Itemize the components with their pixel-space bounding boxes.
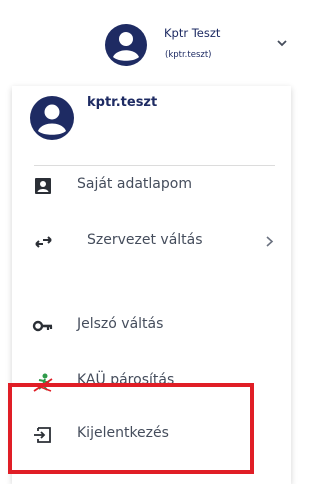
user-menu-screen: Kptr Teszt (kptr.teszt) kptr.teszt Saját… <box>0 0 303 484</box>
header-display-name: Kptr Teszt <box>164 26 221 40</box>
menu-item-change-password[interactable]: Jelszó váltás <box>12 304 291 348</box>
header-username: (kptr.teszt) <box>165 50 212 60</box>
contact-card-icon <box>35 178 51 194</box>
switch-arrows-icon <box>35 236 52 248</box>
menu-item-own-profile[interactable]: Saját adatlapom <box>12 164 291 208</box>
chevron-right-icon <box>266 236 274 247</box>
account-circle-icon <box>30 96 74 140</box>
panel-username: kptr.teszt <box>87 95 158 110</box>
menu-item-label: Szervezet váltás <box>87 232 203 248</box>
menu-item-switch-organization[interactable]: Szervezet váltás <box>12 220 291 264</box>
menu-item-label: Jelszó váltás <box>77 316 164 332</box>
key-icon <box>32 320 53 332</box>
menu-item-label: Saját adatlapom <box>77 176 192 192</box>
account-circle-icon <box>105 24 147 66</box>
user-menu-toggle[interactable]: Kptr Teszt (kptr.teszt) <box>0 0 303 86</box>
highlight-box <box>8 383 254 474</box>
chevron-down-icon[interactable] <box>276 38 288 48</box>
